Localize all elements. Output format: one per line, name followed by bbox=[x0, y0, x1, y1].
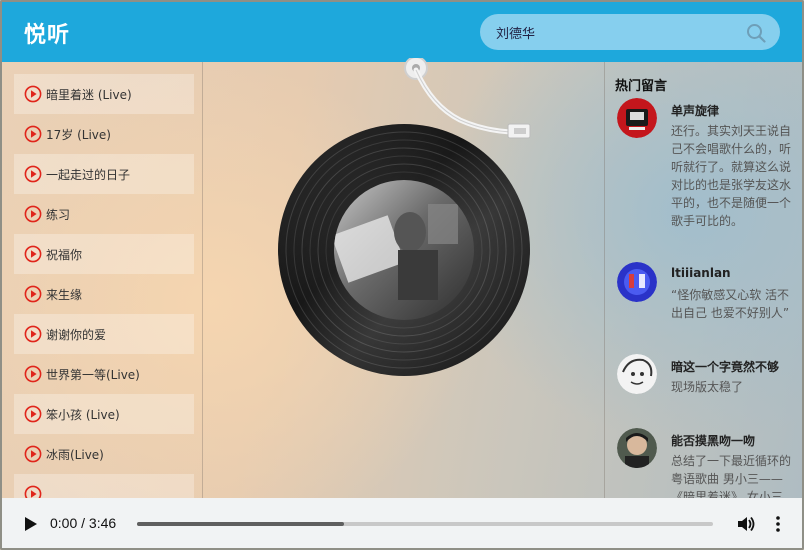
progress-fill bbox=[137, 522, 345, 526]
comments-title: 热门留言 bbox=[615, 79, 668, 94]
search-icon[interactable] bbox=[746, 23, 766, 43]
more-options-button[interactable] bbox=[768, 514, 788, 534]
hot-comments-panel: 热门留言 单声旋律 还行。其实刘天王说自己不会唱歌什么的，听听就行了。就算这么说… bbox=[604, 62, 802, 498]
play-circle-icon[interactable] bbox=[24, 485, 42, 498]
song-item[interactable]: 祝福你 bbox=[14, 234, 194, 274]
comment-username[interactable]: 单声旋律 bbox=[671, 102, 719, 119]
comment-username[interactable]: 暗这一个字竟然不够 bbox=[671, 358, 779, 375]
song-title: 祝福你 bbox=[46, 247, 83, 262]
play-circle-icon[interactable] bbox=[24, 445, 42, 463]
avatar bbox=[617, 98, 657, 138]
song-title: 一起走过的日子 bbox=[46, 167, 131, 182]
play-circle-icon[interactable] bbox=[24, 245, 42, 263]
play-circle-icon[interactable] bbox=[24, 165, 42, 183]
comment-username[interactable]: ltiiianlan bbox=[671, 266, 731, 280]
song-title: 练习 bbox=[46, 207, 71, 222]
song-item[interactable]: 世界第一等(Live) bbox=[14, 354, 194, 394]
comment-text: 现场版太稳了 bbox=[671, 380, 744, 394]
play-circle-icon[interactable] bbox=[24, 405, 42, 423]
song-title: 17岁 (Live) bbox=[46, 127, 111, 142]
app-logo: 悦听 bbox=[24, 23, 71, 48]
play-circle-icon[interactable] bbox=[24, 205, 42, 223]
search-input[interactable] bbox=[494, 14, 734, 50]
play-circle-icon[interactable] bbox=[24, 85, 42, 103]
song-title: 来生缘 bbox=[46, 287, 83, 302]
play-circle-icon[interactable] bbox=[24, 285, 42, 303]
vinyl-record-image bbox=[278, 124, 530, 376]
time-display: 0:00 / 3:46 bbox=[50, 515, 117, 531]
comment-username[interactable]: 能否摸黑吻一吻 bbox=[671, 432, 755, 449]
song-item[interactable] bbox=[14, 474, 194, 498]
play-circle-icon[interactable] bbox=[24, 125, 42, 143]
search-box[interactable] bbox=[480, 14, 780, 50]
song-item[interactable]: 谢谢你的爱 bbox=[14, 314, 194, 354]
song-title: 笨小孩 (Live) bbox=[46, 407, 120, 422]
progress-slider[interactable] bbox=[137, 522, 713, 526]
song-item[interactable]: 17岁 (Live) bbox=[14, 114, 194, 154]
song-title: 世界第一等(Live) bbox=[46, 367, 140, 382]
avatar bbox=[617, 428, 657, 468]
app-window: 悦听 暗里着迷 (Live) 17岁 (Live) 一起走过的日子练习祝福你来生缘谢… bbox=[0, 0, 804, 550]
volume-button[interactable] bbox=[736, 514, 756, 534]
song-list: 暗里着迷 (Live) 17岁 (Live) 一起走过的日子 练习祝福你来生缘谢谢你的… bbox=[2, 62, 203, 498]
song-item[interactable]: 练习 bbox=[14, 194, 194, 234]
audio-player: 0:00 / 3:46 bbox=[2, 498, 802, 548]
header: 悦听 bbox=[2, 2, 802, 62]
play-circle-icon[interactable] bbox=[24, 325, 42, 343]
avatar bbox=[617, 262, 657, 302]
comment-text: “怪你敏感又心软 活不出自己 也爱不好别人” bbox=[671, 288, 790, 320]
play-button[interactable] bbox=[20, 514, 40, 534]
song-item[interactable]: 一起走过的日子 bbox=[14, 154, 194, 194]
comment-text: 还行。其实刘天王说自己不会唱歌什么的，听听就行了。就算这么说对比的也是张学友这水… bbox=[671, 124, 792, 228]
song-title: 谢谢你的爱 bbox=[46, 327, 107, 342]
song-item[interactable]: 暗里着迷 (Live) bbox=[14, 74, 194, 114]
comment-text: 总结了一下最近循环的粤语歌曲 男小三——《暗里着迷》 女小三 bbox=[671, 454, 792, 498]
song-item[interactable]: 来生缘 bbox=[14, 274, 194, 314]
avatar bbox=[617, 354, 657, 394]
song-title: 暗里着迷 (Live) bbox=[46, 87, 132, 102]
play-circle-icon[interactable] bbox=[24, 365, 42, 383]
song-title: 冰雨(Live) bbox=[46, 447, 104, 462]
song-item[interactable]: 笨小孩 (Live) bbox=[14, 394, 194, 434]
song-item[interactable]: 冰雨(Live) bbox=[14, 434, 194, 474]
